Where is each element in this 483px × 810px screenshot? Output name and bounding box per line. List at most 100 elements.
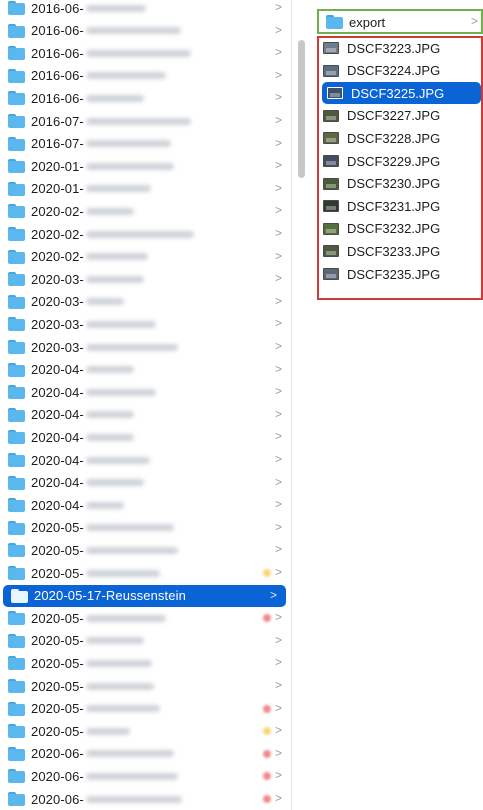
chevron-right-icon: >: [274, 678, 282, 692]
image-thumbnail-icon: [323, 222, 339, 235]
folder-name: export: [349, 14, 386, 30]
file-item[interactable]: DSCF3229.JPG: [318, 150, 482, 172]
folder-name: 2020-05-: [31, 723, 84, 739]
folder-icon: [8, 633, 25, 648]
chevron-right-icon: >: [274, 316, 282, 331]
chevron-right-icon: >: [274, 723, 282, 738]
folder-item[interactable]: 2020-03- >: [0, 313, 291, 335]
folder-item[interactable]: 2020-05- >: [0, 607, 291, 629]
folder-name: 2016-06-: [31, 45, 84, 61]
file-item[interactable]: DSCF3224.JPG: [318, 60, 482, 82]
file-item[interactable]: DSCF3227.JPG: [318, 105, 482, 127]
folder-item[interactable]: 2020-06- >: [0, 765, 291, 787]
folder-item[interactable]: 2020-04- >: [0, 426, 291, 448]
file-name: DSCF3230.JPG: [347, 176, 441, 192]
folder-item[interactable]: 2016-07- >: [0, 133, 291, 155]
file-item[interactable]: DSCF3230.JPG: [318, 173, 482, 195]
folder-item[interactable]: 2020-03- >: [0, 291, 291, 313]
folder-item[interactable]: 2020-04- >: [0, 494, 291, 516]
image-thumbnail-icon: [323, 42, 339, 54]
parent-folder-column[interactable]: 2016-06- >2016-06- >2016-06- >2016-06- >2016…: [0, 0, 291, 810]
folder-item[interactable]: 2020-06- >: [0, 788, 291, 810]
folder-name: 2020-05-: [31, 678, 84, 694]
folder-icon: [8, 611, 25, 626]
folder-name: 2020-06-: [31, 768, 84, 784]
file-name: DSCF3235.JPG: [347, 266, 441, 282]
folder-name: 2020-03-: [31, 339, 84, 355]
chevron-right-icon: >: [274, 361, 282, 376]
file-item-selected[interactable]: DSCF3225.JPG: [322, 82, 481, 105]
folder-item[interactable]: 2020-05- >: [0, 517, 291, 539]
file-item[interactable]: DSCF3223.JPG: [318, 37, 482, 59]
folder-item[interactable]: 2016-06- >: [0, 65, 291, 87]
red-tag-dot: [263, 704, 271, 713]
folder-icon: [11, 588, 28, 603]
redacted-folder-suffix: [85, 162, 174, 170]
folder-item[interactable]: 2020-01- >: [0, 178, 291, 200]
folder-icon: [8, 68, 25, 83]
chevron-right-icon: >: [274, 67, 282, 82]
vertical-scrollbar[interactable]: [296, 0, 308, 810]
folder-item[interactable]: 2020-03- >: [0, 268, 291, 290]
folder-icon: [8, 656, 25, 671]
folder-item[interactable]: 2016-06- >: [0, 20, 291, 42]
column-divider[interactable]: [291, 0, 292, 810]
folder-item[interactable]: 2020-01- >: [0, 155, 291, 177]
folder-item[interactable]: 2016-06- >: [0, 87, 291, 109]
folder-contents-column[interactable]: export > DSCF3223.JPG DSCF3224.JPG DSCF3225.…: [310, 0, 483, 810]
folder-icon: [8, 159, 25, 174]
folder-item[interactable]: 2020-02- >: [0, 200, 291, 222]
chevron-right-icon: >: [274, 406, 282, 421]
file-item[interactable]: DSCF3231.JPG: [318, 195, 482, 217]
folder-icon: [8, 701, 25, 716]
folder-name: 2020-05-17-Reussenstein: [34, 588, 186, 604]
redacted-folder-suffix: [85, 140, 171, 148]
folder-item[interactable]: 2020-05- >: [0, 630, 291, 652]
folder-name: 2020-05-: [31, 542, 84, 558]
folder-name: 2020-05-: [31, 565, 84, 581]
folder-item[interactable]: 2020-05- >: [0, 562, 291, 584]
folder-item[interactable]: 2020-02- >: [0, 223, 291, 245]
folder-name: 2016-07-: [31, 113, 84, 129]
redacted-folder-suffix: [85, 366, 134, 374]
folder-name: 2016-06-: [31, 90, 84, 106]
chevron-right-icon: >: [274, 248, 282, 263]
folder-item[interactable]: 2016-06- >: [0, 0, 291, 19]
folder-item[interactable]: 2020-03- >: [0, 336, 291, 358]
file-item[interactable]: DSCF3232.JPG: [318, 218, 482, 240]
folder-item[interactable]: 2020-02- >: [0, 246, 291, 268]
export-folder-item[interactable]: export >: [318, 11, 482, 33]
folder-item[interactable]: 2016-06- >: [0, 42, 291, 64]
folder-name: 2016-06-: [31, 0, 84, 16]
redacted-folder-suffix: [85, 637, 144, 645]
folder-item[interactable]: 2020-04- >: [0, 404, 291, 426]
folder-item[interactable]: 2020-05- >: [0, 698, 291, 720]
file-item[interactable]: DSCF3235.JPG: [318, 263, 482, 285]
folder-item[interactable]: 2020-05- >: [0, 675, 291, 697]
redacted-folder-suffix: [85, 230, 194, 238]
folder-item-selected[interactable]: 2020-05-17-Reussenstein >: [3, 584, 286, 607]
folder-item[interactable]: 2020-04- >: [0, 472, 291, 494]
folder-item[interactable]: 2020-04- >: [0, 359, 291, 381]
chevron-right-icon: >: [274, 429, 282, 444]
folder-name: 2020-02-: [31, 226, 84, 242]
folder-item[interactable]: 2020-04- >: [0, 381, 291, 403]
folder-item[interactable]: 2020-06- >: [0, 743, 291, 765]
redacted-folder-suffix: [85, 682, 154, 690]
folder-item[interactable]: 2016-07- >: [0, 110, 291, 132]
yellow-tag-dot: [263, 569, 271, 577]
folder-item[interactable]: 2020-05- >: [0, 539, 291, 561]
chevron-right-icon: >: [274, 180, 282, 195]
folder-name: 2020-02-: [31, 249, 84, 265]
redacted-folder-suffix: [85, 388, 156, 396]
chevron-right-icon: >: [274, 22, 282, 37]
chevron-right-icon: >: [274, 135, 282, 150]
file-item[interactable]: DSCF3233.JPG: [318, 240, 482, 262]
folder-item[interactable]: 2020-04- >: [0, 449, 291, 471]
folder-item[interactable]: 2020-05- >: [0, 652, 291, 674]
redacted-folder-suffix: [85, 569, 160, 577]
scrollbar-thumb[interactable]: [298, 40, 305, 178]
folder-item[interactable]: 2020-05- >: [0, 720, 291, 742]
chevron-right-icon: >: [274, 474, 282, 489]
file-item[interactable]: DSCF3228.JPG: [318, 127, 482, 149]
